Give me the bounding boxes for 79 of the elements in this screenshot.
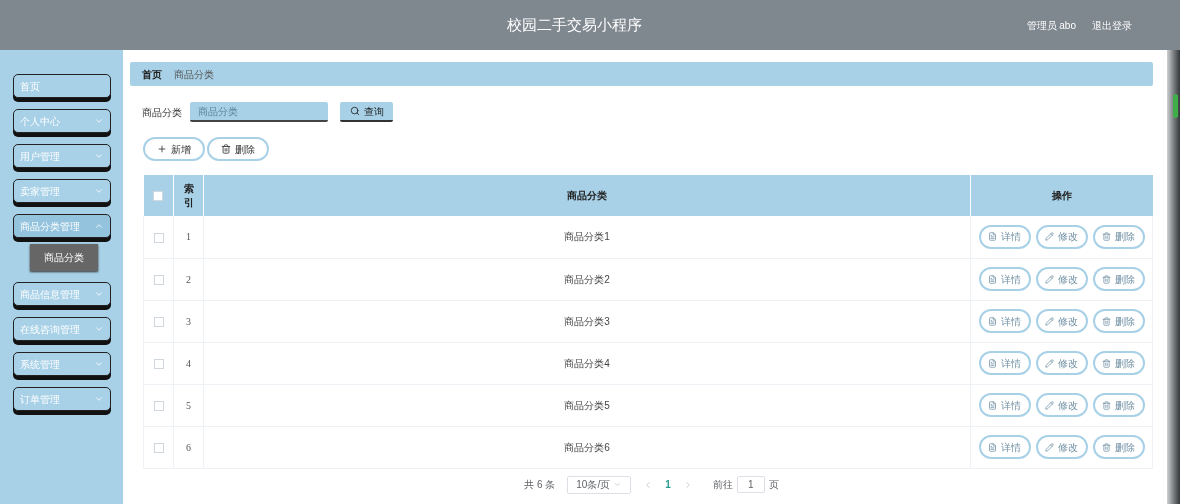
checkbox[interactable] [153,358,164,369]
row-action-button[interactable]: 修改 [1035,267,1088,291]
table-cell: 商品分类5 [203,384,971,426]
row-action-button[interactable]: 删除 [1092,435,1145,459]
checkbox[interactable] [153,400,164,411]
scroll-thumb[interactable] [1173,94,1178,118]
pencil-icon [1045,274,1054,284]
row-action-button[interactable]: 删除 [1092,393,1145,417]
breadcrumb-item[interactable]: 首页 [142,66,162,82]
search-label: 商品分类 [142,105,182,120]
table-cell: 1 [173,216,204,258]
table-cell: 商品分类4 [203,342,971,384]
checkbox[interactable] [153,191,164,202]
table-cell: 商品分类6 [203,426,971,468]
checkbox[interactable] [153,316,164,327]
trash-icon [1102,400,1111,410]
row-action-button[interactable]: 修改 [1035,224,1088,249]
trash-icon [1102,316,1111,326]
column-header: 商品分类 [203,175,971,216]
document-icon [988,316,997,326]
row-action-button[interactable]: 详情 [978,309,1031,333]
page-size-select[interactable]: 10条/页 [567,475,632,494]
trash-icon [221,144,231,154]
trash-icon [1102,358,1111,368]
admin-user: 管理员 abo [1026,18,1076,33]
plus-icon [157,144,167,154]
goto-label: 前往 [712,478,733,492]
search-field[interactable]: 商品分类 [190,102,328,122]
row-action-button[interactable]: 删除 [1092,224,1145,249]
table-cell: 商品分类3 [203,300,971,342]
app-title: 校园二手交易小程序 [506,14,642,36]
row-action-button[interactable]: 修改 [1035,351,1088,375]
search-icon [349,106,360,116]
delete-button[interactable]: 删除 [207,137,269,161]
table-cell: 商品分类1 [203,216,971,258]
document-icon [988,442,997,452]
pencil-icon [1045,400,1054,410]
column-header: 操作 [970,175,1153,216]
row-action-button[interactable]: 详情 [978,351,1031,375]
checkbox[interactable] [153,274,164,285]
row-action-button[interactable]: 详情 [978,267,1031,291]
pencil-icon [1045,316,1054,326]
trash-icon [1102,232,1111,242]
add-button[interactable]: 新增 [143,137,205,161]
pencil-icon [1045,442,1054,452]
row-action-button[interactable]: 修改 [1035,393,1088,417]
goto-page-field[interactable]: 1 [736,476,765,493]
row-action-button[interactable]: 详情 [978,224,1031,249]
sidebar-subitem[interactable]: 商品分类 [30,244,98,271]
checkbox[interactable] [153,442,164,453]
table-cell: 5 [173,384,204,426]
row-action-button[interactable]: 删除 [1092,351,1145,375]
pencil-icon [1045,232,1054,242]
trash-icon [1102,274,1111,284]
trash-icon [1102,442,1111,452]
page-number[interactable]: 1 [665,477,671,492]
table-cell: 2 [173,258,204,300]
document-icon [988,358,997,368]
row-action-button[interactable]: 详情 [978,393,1031,417]
total-count: 共 6 条 [524,478,556,492]
table-cell: 3 [173,300,204,342]
logout-link[interactable]: 退出登录 [1092,17,1132,33]
row-action-button[interactable]: 删除 [1092,267,1145,291]
row-action-button[interactable]: 修改 [1035,309,1088,333]
row-action-button[interactable]: 删除 [1092,309,1145,333]
table-cell: 商品分类2 [203,258,971,300]
breadcrumb-item: 商品分类 [174,67,214,82]
column-header: 索引 [173,175,204,216]
search-button[interactable]: 查询 [340,102,393,122]
checkbox[interactable] [153,232,164,243]
table-cell: 4 [173,342,204,384]
row-action-button[interactable]: 详情 [978,435,1031,459]
pencil-icon [1045,358,1054,368]
document-icon [988,400,997,410]
row-action-button[interactable]: 修改 [1035,435,1088,459]
table-cell: 6 [173,426,204,468]
document-icon [988,274,997,284]
page-suffix: 页 [768,478,779,492]
document-icon [988,232,997,242]
